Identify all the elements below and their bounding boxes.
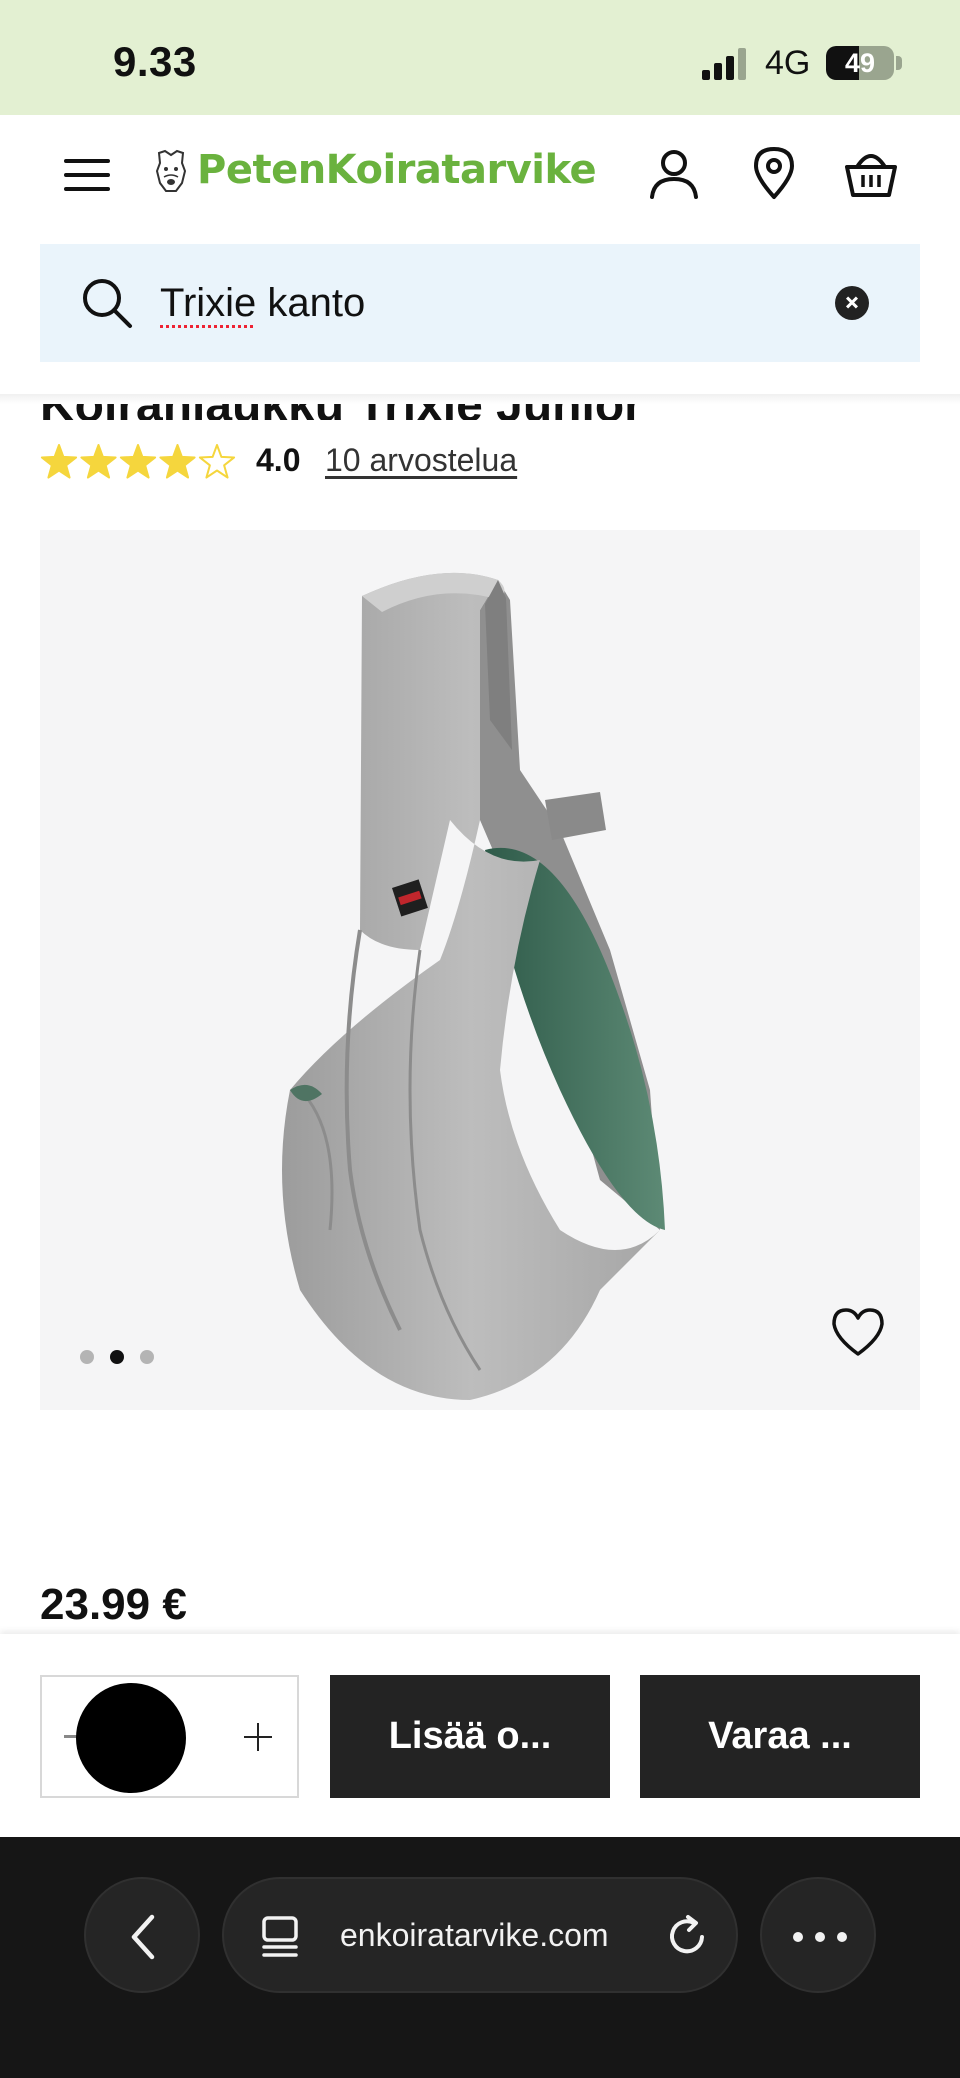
location-pin-icon[interactable] (746, 145, 802, 201)
address-bar[interactable]: enkoiratarvike.com (222, 1877, 738, 1993)
product-image-gallery[interactable] (40, 530, 920, 1410)
back-button[interactable] (84, 1877, 200, 1993)
user-icon[interactable] (646, 145, 702, 201)
product-title-container: Koiranlaukku Trixie Junior (0, 404, 960, 420)
gallery-dot-1[interactable] (80, 1350, 94, 1364)
product-price: 23.99 € (40, 1580, 187, 1629)
chevron-left-icon (131, 1914, 155, 1960)
quantity-stepper[interactable] (40, 1675, 299, 1798)
hamburger-menu-icon[interactable] (64, 155, 112, 195)
reserve-button[interactable]: Varaa ... (640, 1675, 920, 1798)
rating-stars-icon (40, 444, 236, 479)
rating-value: 4.0 (256, 442, 301, 478)
product-title: Koiranlaukku Trixie Junior (40, 404, 643, 420)
star-filled-icon (80, 444, 117, 479)
gallery-dot-2[interactable] (110, 1350, 124, 1364)
reviews-link[interactable]: 10 arvostelua (325, 442, 517, 479)
basket-icon[interactable] (843, 145, 899, 201)
browser-toolbar: enkoiratarvike.com (0, 1837, 960, 2078)
site-header: PetenKoiratarvike (0, 115, 960, 243)
search-query-rest: kanto (256, 281, 366, 325)
search-icon (83, 279, 132, 328)
more-dots-icon (793, 1932, 803, 1942)
more-options-button[interactable] (760, 1877, 876, 1993)
page-menu-icon (262, 1916, 298, 1957)
network-type: 4G (765, 44, 811, 82)
dog-logo-icon (155, 149, 187, 192)
star-filled-icon (159, 444, 196, 479)
plus-icon[interactable] (244, 1723, 272, 1751)
cellular-signal-icon (702, 48, 746, 80)
battery-cap (896, 56, 902, 70)
heart-favorite-icon[interactable] (830, 1306, 886, 1358)
header-shadow (0, 394, 960, 404)
star-empty-icon (198, 444, 236, 479)
site-logo[interactable]: PetenKoiratarvike (197, 147, 597, 193)
search-input[interactable]: Trixie kanto (160, 281, 365, 326)
more-dot (837, 1932, 847, 1942)
search-bar[interactable]: Trixie kanto (40, 244, 920, 362)
star-filled-icon (119, 444, 157, 479)
battery-percent: 49 (844, 48, 876, 78)
quantity-knob[interactable] (76, 1683, 186, 1793)
gallery-dot-3[interactable] (140, 1350, 154, 1364)
purchase-action-bar: Lisää o... Varaa ... (0, 1634, 960, 1837)
more-dot (815, 1932, 825, 1942)
add-to-cart-button[interactable]: Lisää o... (330, 1675, 610, 1798)
clear-search-icon[interactable] (835, 286, 869, 320)
reload-icon[interactable] (664, 1913, 710, 1959)
battery-icon: 49 (826, 46, 894, 80)
search-query-misspelled-word: Trixie (160, 281, 257, 325)
url-text: enkoiratarvike.com (340, 1917, 609, 1953)
product-image (282, 572, 665, 1400)
star-filled-icon (40, 444, 78, 479)
status-time: 9.33 (113, 38, 197, 85)
status-bar: 9.33 4G 49 (0, 0, 960, 115)
